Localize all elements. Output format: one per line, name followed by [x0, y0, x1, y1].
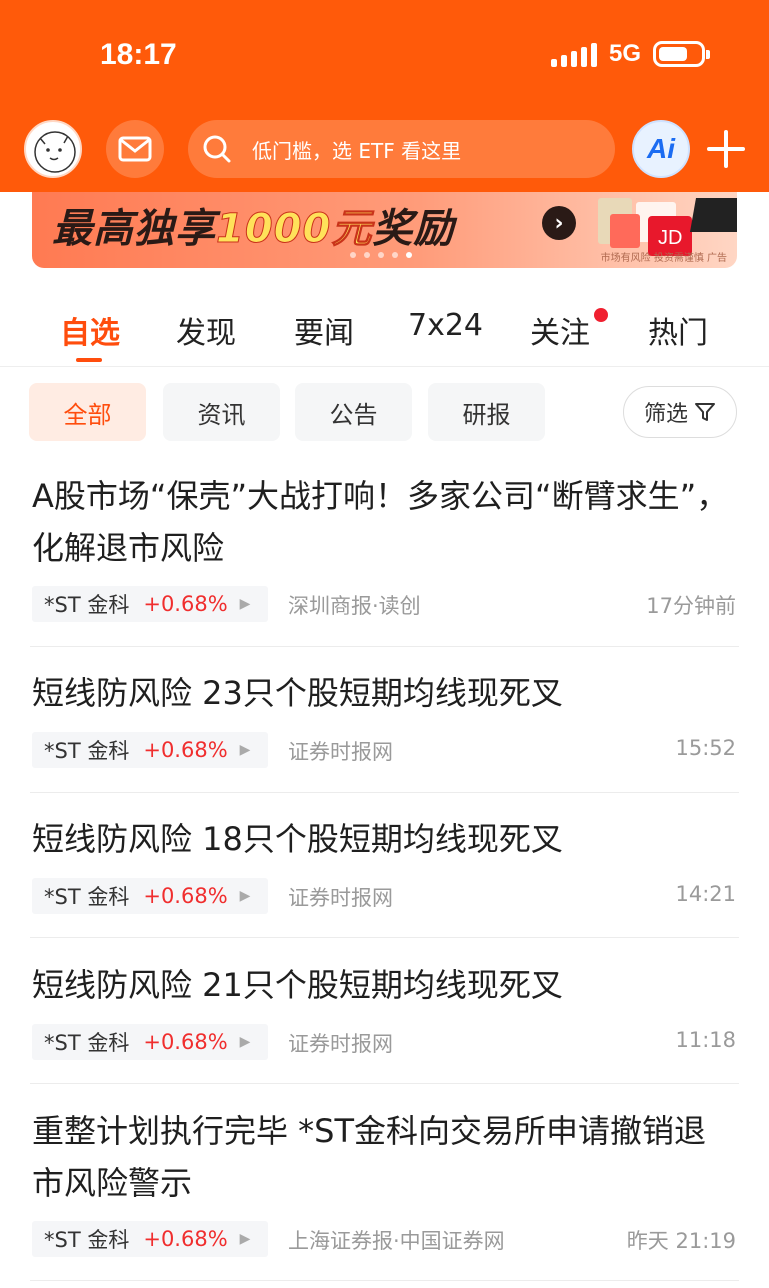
stock-change: +0.68% [143, 592, 228, 616]
notification-dot [594, 308, 608, 322]
divider [30, 792, 739, 793]
news-item[interactable]: A股市场“保壳”大战打响！多家公司“断臂求生”，化解退市风险 [32, 470, 738, 574]
network-type: 5G [608, 40, 641, 67]
divider [30, 937, 739, 938]
news-time: 17分钟前 [646, 594, 736, 618]
stock-name: *ST 金科 [44, 1228, 130, 1252]
tab-7x24[interactable]: 7x24 [408, 308, 483, 343]
stock-change: +0.68% [143, 1030, 228, 1054]
mail-icon [118, 136, 152, 162]
tab-hot[interactable]: 热门 [648, 308, 708, 352]
ai-label: Ai [647, 133, 675, 164]
banner-pagination [350, 252, 412, 258]
banner-arrow-icon: › [542, 206, 576, 240]
tab-discover[interactable]: 发现 [176, 308, 236, 352]
news-item[interactable]: 重整计划执行完毕 *ST金科向交易所申请撤销退市风险警示 [32, 1105, 738, 1209]
play-arrow-icon: ▶ [239, 742, 251, 758]
stock-change: +0.68% [143, 884, 228, 908]
filter-chip-all[interactable]: 全部 [29, 383, 146, 441]
news-time: 昨天 21:19 [626, 1229, 736, 1253]
play-arrow-icon: ▶ [239, 1034, 251, 1050]
news-source: 深圳商报·读创 [288, 594, 421, 618]
search-icon [203, 135, 231, 163]
battery-icon [653, 41, 710, 67]
stock-name: *ST 金科 [44, 1031, 130, 1055]
filter-button[interactable]: 筛选 [623, 386, 737, 438]
banner-text-suffix: 奖励 [372, 206, 455, 252]
active-tab-indicator [76, 358, 102, 362]
news-title[interactable]: 短线防风险 23只个股短期均线现死叉 [32, 667, 738, 719]
avatar[interactable] [24, 120, 82, 178]
news-title[interactable]: A股市场“保壳”大战打响！多家公司“断臂求生”，化解退市风险 [32, 470, 738, 574]
status-icons: 5G [550, 40, 710, 68]
filter-chip-research[interactable]: 研报 [428, 383, 545, 441]
news-time: 14:21 [675, 882, 736, 906]
stock-tag[interactable]: *ST 金科 +0.68% ▶ [32, 878, 268, 914]
news-item[interactable]: 短线防风险 18只个股短期均线现死叉 [32, 813, 738, 865]
play-arrow-icon: ▶ [239, 596, 251, 612]
tab-watchlist[interactable]: 自选 [60, 308, 120, 352]
mail-button[interactable] [106, 120, 164, 178]
funnel-icon [695, 403, 715, 421]
news-source: 证券时报网 [288, 886, 393, 910]
stock-tag[interactable]: *ST 金科 +0.68% ▶ [32, 1024, 268, 1060]
news-source: 证券时报网 [288, 1032, 393, 1056]
top-header: 18:17 5G 低门槛，选 ETF 看这里 Ai [0, 0, 769, 192]
stock-change: +0.68% [143, 1227, 228, 1251]
banner-text-highlight: 1000元 [215, 206, 373, 253]
news-time: 11:18 [675, 1028, 736, 1052]
plus-icon [707, 130, 745, 168]
news-source: 上海证券报·中国证券网 [288, 1229, 505, 1253]
stock-name: *ST 金科 [44, 593, 130, 617]
divider [0, 366, 769, 367]
primary-tabs: 自选 发现 要闻 7x24 关注 热门 [0, 300, 769, 364]
signal-icon [550, 41, 597, 67]
avatar-cartoon-icon [34, 131, 76, 173]
filter-chip-news[interactable]: 资讯 [163, 383, 280, 441]
stock-tag[interactable]: *ST 金科 +0.68% ▶ [32, 586, 268, 622]
search-placeholder: 低门槛，选 ETF 看这里 [252, 138, 462, 163]
banner-title: 最高独享1000元奖励 [52, 196, 454, 254]
news-item[interactable]: 短线防风险 21只个股短期均线现死叉 [32, 959, 738, 1011]
stock-name: *ST 金科 [44, 739, 130, 763]
play-arrow-icon: ▶ [239, 1231, 251, 1247]
filter-chip-announcements[interactable]: 公告 [295, 383, 412, 441]
news-item[interactable]: 短线防风险 23只个股短期均线现死叉 [32, 667, 738, 719]
stock-change: +0.68% [143, 738, 228, 762]
search-bar[interactable]: 低门槛，选 ETF 看这里 [188, 120, 615, 178]
svg-text:JD: JD [658, 227, 682, 249]
stock-name: *ST 金科 [44, 885, 130, 909]
stock-tag[interactable]: *ST 金科 +0.68% ▶ [32, 1221, 268, 1257]
tab-headlines[interactable]: 要闻 [294, 308, 354, 352]
banner-text-prefix: 最高独享 [52, 206, 216, 252]
filter-label: 筛选 [643, 402, 688, 427]
news-title[interactable]: 重整计划执行完毕 *ST金科向交易所申请撤销退市风险警示 [32, 1105, 738, 1209]
divider [30, 1280, 739, 1281]
news-title[interactable]: 短线防风险 18只个股短期均线现死叉 [32, 813, 738, 865]
ai-assistant-button[interactable]: Ai [632, 120, 690, 178]
divider [30, 1083, 739, 1084]
divider [30, 646, 739, 647]
tab-following[interactable]: 关注 [530, 308, 590, 352]
news-title[interactable]: 短线防风险 21只个股短期均线现死叉 [32, 959, 738, 1011]
news-source: 证券时报网 [288, 740, 393, 764]
status-time: 18:17 [100, 38, 177, 71]
news-time: 15:52 [675, 736, 736, 760]
stock-tag[interactable]: *ST 金科 +0.68% ▶ [32, 732, 268, 768]
add-button[interactable] [704, 124, 748, 174]
play-arrow-icon: ▶ [239, 888, 251, 904]
banner-disclaimer: 市场有风险 投资需谨慎 广告 [600, 253, 727, 264]
